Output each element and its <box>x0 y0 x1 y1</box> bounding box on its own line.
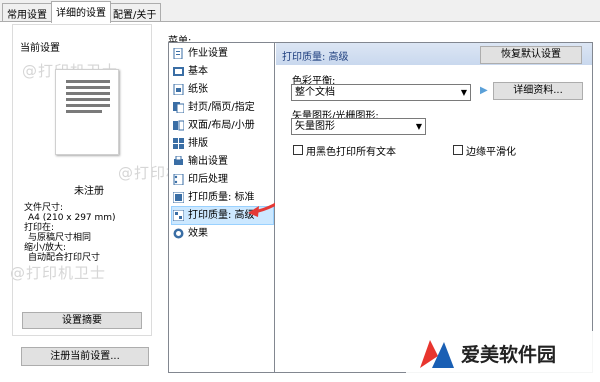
print-on-value: 与原稿尺寸相同 <box>28 233 92 243</box>
page-size-value: A4 (210 x 297 mm) <box>28 213 116 223</box>
vector-raster-select[interactable]: 矢量图形 ▼ <box>291 118 426 135</box>
output-icon <box>174 156 183 165</box>
restore-defaults-button[interactable]: 恢复默认设置 <box>480 46 582 64</box>
details-button[interactable]: 详细资料... <box>493 82 583 100</box>
job-settings-icon <box>173 48 183 59</box>
color-balance-value: 整个文档 <box>295 87 335 98</box>
basic-icon <box>173 67 184 76</box>
effects-icon <box>173 228 184 239</box>
preview-caption: 未注册 <box>74 186 104 197</box>
finishing-icon <box>173 174 184 185</box>
menu-item-output-settings[interactable]: 输出设置 <box>172 153 273 170</box>
vector-raster-value: 矢量图形 <box>295 121 335 132</box>
edge-smoothing-label: 边缘平滑化 <box>466 147 516 158</box>
zoom-label: 缩小/放大: <box>24 243 67 253</box>
menu-item-job-settings[interactable]: 作业设置 <box>172 45 273 62</box>
layout-icon <box>173 138 184 149</box>
page-size-label: 文件尺寸: <box>24 203 64 213</box>
menu-item-finishing[interactable]: 印后处理 <box>172 171 273 188</box>
menu-item-effects[interactable]: 效果 <box>172 225 273 242</box>
play-arrow-icon: ▶ <box>480 85 488 96</box>
chevron-down-icon: ▼ <box>415 122 422 131</box>
menu-item-basic[interactable]: 基本 <box>172 63 273 80</box>
print-on-label: 打印在: <box>24 223 55 233</box>
menu-item-label: 输出设置 <box>188 156 228 167</box>
menu-item-duplex-layout[interactable]: 双面/布局/小册 <box>172 117 273 134</box>
paper-icon <box>173 84 184 95</box>
menu-item-label: 排版 <box>188 138 208 149</box>
menu-item-label: 封页/隔页/指定 <box>188 102 255 113</box>
cover-pages-icon <box>173 102 184 113</box>
zoom-value: 自动配合打印尺寸 <box>28 253 101 263</box>
duplex-icon <box>173 120 184 131</box>
edge-smoothing-checkbox[interactable] <box>453 145 463 155</box>
menu-item-label: 双面/布局/小册 <box>188 120 255 131</box>
menu-item-label: 效果 <box>188 228 208 239</box>
menu-item-paper[interactable]: 纸张 <box>172 81 273 98</box>
menu-item-label: 基本 <box>188 66 208 77</box>
page-preview-thumbnail <box>55 69 119 155</box>
panel-title: 打印质量: 高级 <box>282 52 349 63</box>
black-text-label: 用黑色打印所有文本 <box>306 147 396 158</box>
quality-standard-icon <box>173 192 184 203</box>
menu-item-layout[interactable]: 排版 <box>172 135 273 152</box>
quality-advanced-icon <box>173 210 184 221</box>
menu-item-label: 纸张 <box>188 84 208 95</box>
color-balance-select[interactable]: 整个文档 ▼ <box>291 84 471 101</box>
tab-bar: 常用设置 详细的设置 配置/关于 <box>0 0 600 23</box>
black-text-checkbox[interactable] <box>293 145 303 155</box>
site-logo-icon <box>420 340 454 368</box>
tab-common-settings[interactable]: 常用设置 <box>2 3 52 22</box>
site-logo-text: 爱美软件园 <box>461 344 557 366</box>
menu-item-label: 印后处理 <box>188 174 228 185</box>
settings-summary-button[interactable]: 设置摘要 <box>22 312 142 329</box>
menu-item-cover-pages[interactable]: 封页/隔页/指定 <box>172 99 273 116</box>
current-settings-title: 当前设置 <box>18 39 62 54</box>
tab-detailed-settings[interactable]: 详细的设置 <box>51 1 111 23</box>
menu-item-label: 作业设置 <box>188 48 228 59</box>
chevron-down-icon: ▼ <box>460 88 467 97</box>
tab-config-about[interactable]: 配置/关于 <box>108 3 162 22</box>
register-settings-button[interactable]: 注册当前设置... <box>21 347 149 366</box>
